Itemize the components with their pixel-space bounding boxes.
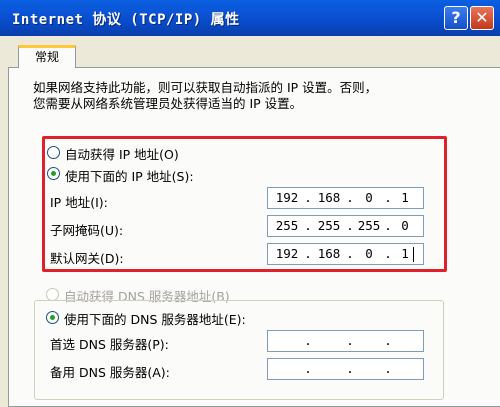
dot: .	[304, 361, 312, 376]
help-button[interactable]: ?	[444, 6, 468, 30]
manual-ip-radio[interactable]	[47, 167, 60, 180]
dot: .	[384, 361, 392, 376]
default-gateway-octet-1: 192	[275, 246, 299, 261]
description-line-2: 您需要从网络系统管理员处获得适当的 IP 设置。	[33, 96, 303, 111]
title-bar[interactable]: Internet 协议 (TCP/IP) 属性 ? ✕	[0, 0, 500, 36]
dot: .	[346, 190, 354, 205]
default-gateway-input[interactable]: 192 . 168 . 0 . 1	[267, 243, 424, 265]
close-icon: ✕	[475, 8, 489, 27]
text-caret	[413, 247, 414, 262]
default-gateway-octet-4: 1	[401, 246, 409, 261]
dot: .	[346, 333, 354, 348]
ip-address-input[interactable]: 192 . 168 . 0 . 1	[267, 187, 424, 209]
ip-address-octet-2: 168	[317, 190, 341, 205]
subnet-mask-input[interactable]: 255 . 255 . 255 . 0	[267, 215, 424, 237]
window-title: Internet 协议 (TCP/IP) 属性	[12, 12, 240, 28]
ip-address-octet-1: 192	[275, 190, 299, 205]
dot: .	[304, 190, 312, 205]
close-button[interactable]: ✕	[470, 6, 494, 30]
subnet-mask-octet-2: 255	[317, 218, 341, 233]
ip-address-octet-4: 1	[401, 190, 409, 205]
auto-ip-radio[interactable]	[47, 146, 60, 159]
preferred-dns-label: 首选 DNS 服务器(P):	[50, 337, 169, 352]
dot: .	[304, 333, 312, 348]
ip-address-label: IP 地址(I):	[50, 195, 108, 210]
preferred-dns-input[interactable]: . . .	[267, 330, 424, 352]
manual-dns-radio[interactable]	[46, 311, 59, 324]
default-gateway-octet-2: 168	[317, 246, 341, 261]
help-icon: ?	[451, 8, 461, 27]
default-gateway-octet-3: 0	[365, 246, 373, 261]
dot: .	[346, 361, 354, 376]
alternate-dns-label: 备用 DNS 服务器(A):	[50, 365, 170, 380]
description: 如果网络支持此功能，则可以获取自动指派的 IP 设置。否则， 您需要从网络系统管…	[33, 80, 483, 112]
subnet-mask-octet-4: 0	[401, 218, 409, 233]
alternate-dns-input[interactable]: . . .	[267, 358, 424, 380]
subnet-mask-label: 子网掩码(U):	[50, 223, 124, 238]
dot: .	[346, 218, 354, 233]
auto-ip-label[interactable]: 自动获得 IP 地址(O)	[65, 144, 179, 163]
tab-general[interactable]: 常规	[18, 45, 76, 68]
dot: .	[304, 246, 312, 261]
subnet-mask-octet-1: 255	[275, 218, 299, 233]
manual-ip-label[interactable]: 使用下面的 IP 地址(S):	[65, 166, 194, 185]
subnet-mask-octet-3: 255	[357, 218, 381, 233]
default-gateway-label: 默认网关(D):	[50, 251, 124, 266]
dot: .	[304, 218, 312, 233]
manual-dns-label[interactable]: 使用下面的 DNS 服务器地址(E):	[64, 309, 249, 328]
ip-address-octet-3: 0	[365, 190, 373, 205]
dot: .	[346, 246, 354, 261]
description-line-1: 如果网络支持此功能，则可以获取自动指派的 IP 设置。否则，	[33, 80, 378, 95]
dot: .	[384, 333, 392, 348]
